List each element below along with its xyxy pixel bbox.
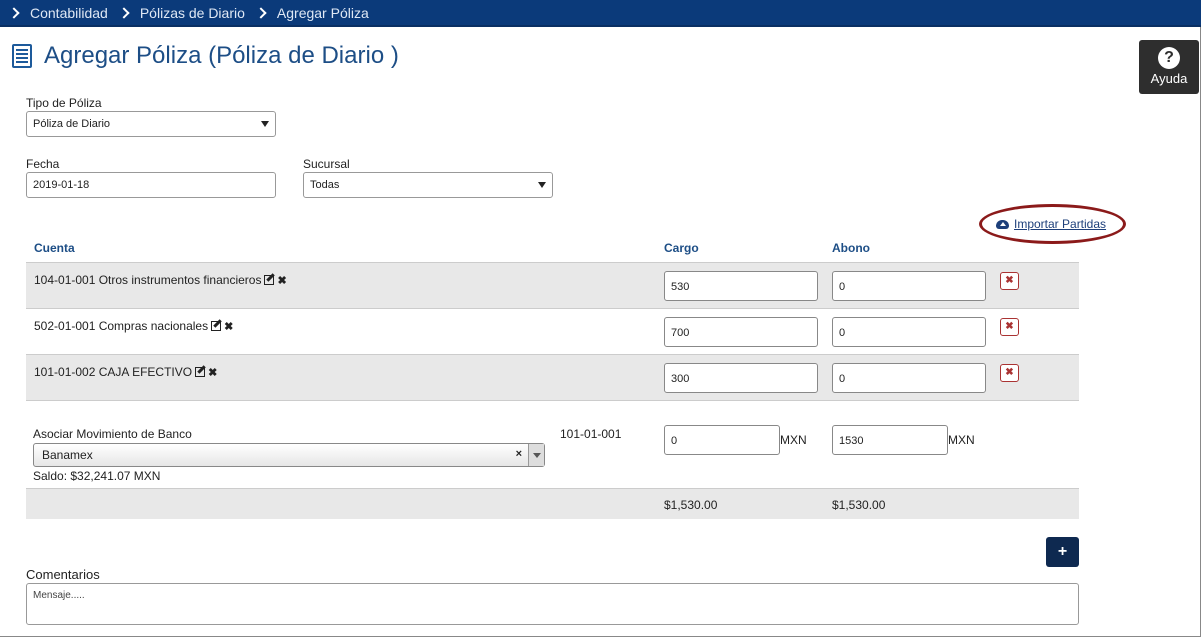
abono-input[interactable]: 0: [832, 271, 986, 301]
tipo-poliza-value: Póliza de Diario: [33, 118, 111, 130]
bank-abono-currency: MXN: [948, 433, 975, 447]
edit-icon[interactable]: [264, 275, 275, 285]
chevron-right-icon: [255, 6, 267, 19]
page-title: Agregar Póliza (Póliza de Diario ): [44, 42, 399, 69]
import-partidas-label[interactable]: Importar Partidas: [1014, 217, 1106, 231]
edit-icon[interactable]: [195, 367, 206, 377]
help-button[interactable]: ? Ayuda: [1139, 40, 1199, 94]
tipo-poliza-label: Tipo de Póliza: [26, 96, 102, 110]
bank-movement-label: Asociar Movimiento de Banco: [33, 427, 192, 441]
table-row: 502-01-001 Compras nacionales ✖ 700 0 ✖: [26, 308, 1079, 354]
chevron-right-icon: [118, 6, 130, 19]
cargo-input[interactable]: 700: [664, 317, 818, 347]
account-cell: 502-01-001 Compras nacionales ✖: [34, 319, 233, 333]
bank-cargo-currency: MXN: [780, 433, 807, 447]
comments-label: Comentarios: [26, 567, 100, 582]
remove-icon[interactable]: ✖: [224, 320, 233, 333]
bank-cargo-input[interactable]: 0: [664, 425, 780, 455]
account-cell: 101-01-002 CAJA EFECTIVO ✖: [34, 365, 217, 379]
bank-select[interactable]: Banamex ×: [33, 443, 545, 467]
tipo-poliza-select[interactable]: Póliza de Diario: [26, 111, 276, 137]
delete-row-button[interactable]: ✖: [1000, 364, 1019, 382]
edit-icon[interactable]: [211, 321, 222, 331]
add-row-button[interactable]: +: [1046, 537, 1079, 567]
table-row: 101-01-002 CAJA EFECTIVO ✖ 300 0 ✖: [26, 354, 1079, 400]
breadcrumb-item-polizas[interactable]: Pólizas de Diario: [108, 5, 245, 21]
bank-account-number: 101-01-001: [560, 427, 622, 441]
column-header-cargo: Cargo: [664, 241, 699, 255]
column-header-abono: Abono: [832, 241, 870, 255]
page-header: Agregar Póliza (Póliza de Diario ): [12, 42, 399, 70]
delete-row-button[interactable]: ✖: [1000, 272, 1019, 290]
abono-input[interactable]: 0: [832, 317, 986, 347]
column-header-cuenta: Cuenta: [34, 241, 75, 255]
remove-icon[interactable]: ✖: [208, 366, 217, 379]
account-name: 104-01-001 Otros instrumentos financiero…: [34, 273, 262, 287]
breadcrumb: Contabilidad Pólizas de Diario Agregar P…: [0, 0, 1201, 27]
dropdown-arrow-icon: [261, 121, 269, 127]
clear-icon[interactable]: ×: [516, 448, 522, 460]
cloud-upload-icon: [996, 219, 1009, 229]
cargo-input[interactable]: 530: [664, 271, 818, 301]
dropdown-arrow-icon[interactable]: [528, 444, 544, 466]
sucursal-select[interactable]: Todas: [303, 172, 553, 198]
fecha-label: Fecha: [26, 157, 60, 171]
question-icon: ?: [1158, 47, 1180, 69]
bank-balance: Saldo: $32,241.07 MXN: [33, 469, 161, 483]
breadcrumb-item-contabilidad[interactable]: Contabilidad: [0, 5, 108, 21]
account-name: 502-01-001 Compras nacionales: [34, 319, 209, 333]
bank-movement-row: Asociar Movimiento de Banco Banamex × Sa…: [26, 400, 1079, 488]
abono-input[interactable]: 0: [832, 363, 986, 393]
import-partidas-link[interactable]: Importar Partidas: [996, 217, 1106, 231]
sucursal-label: Sucursal: [303, 157, 350, 171]
total-cargo: $1,530.00: [664, 498, 718, 512]
cargo-input[interactable]: 300: [664, 363, 818, 393]
fecha-input[interactable]: 2019-01-18: [26, 172, 276, 198]
remove-icon[interactable]: ✖: [277, 274, 286, 287]
sucursal-value: Todas: [310, 179, 340, 191]
breadcrumb-item-agregar: Agregar Póliza: [245, 5, 369, 21]
dropdown-arrow-icon: [538, 182, 546, 188]
account-cell: 104-01-001 Otros instrumentos financiero…: [34, 273, 287, 287]
bank-abono-input[interactable]: 1530: [832, 425, 948, 455]
bank-select-value: Banamex: [42, 448, 93, 462]
comments-textarea[interactable]: Mensaje.....: [26, 583, 1079, 625]
table-row: 104-01-001 Otros instrumentos financiero…: [26, 262, 1079, 308]
document-icon: [12, 44, 32, 68]
totals-row: $1,530.00 $1,530.00: [26, 488, 1079, 519]
total-abono: $1,530.00: [832, 498, 886, 512]
account-name: 101-01-002 CAJA EFECTIVO: [34, 365, 193, 379]
chevron-right-icon: [8, 6, 20, 19]
help-label: Ayuda: [1150, 71, 1188, 86]
delete-row-button[interactable]: ✖: [1000, 318, 1019, 336]
